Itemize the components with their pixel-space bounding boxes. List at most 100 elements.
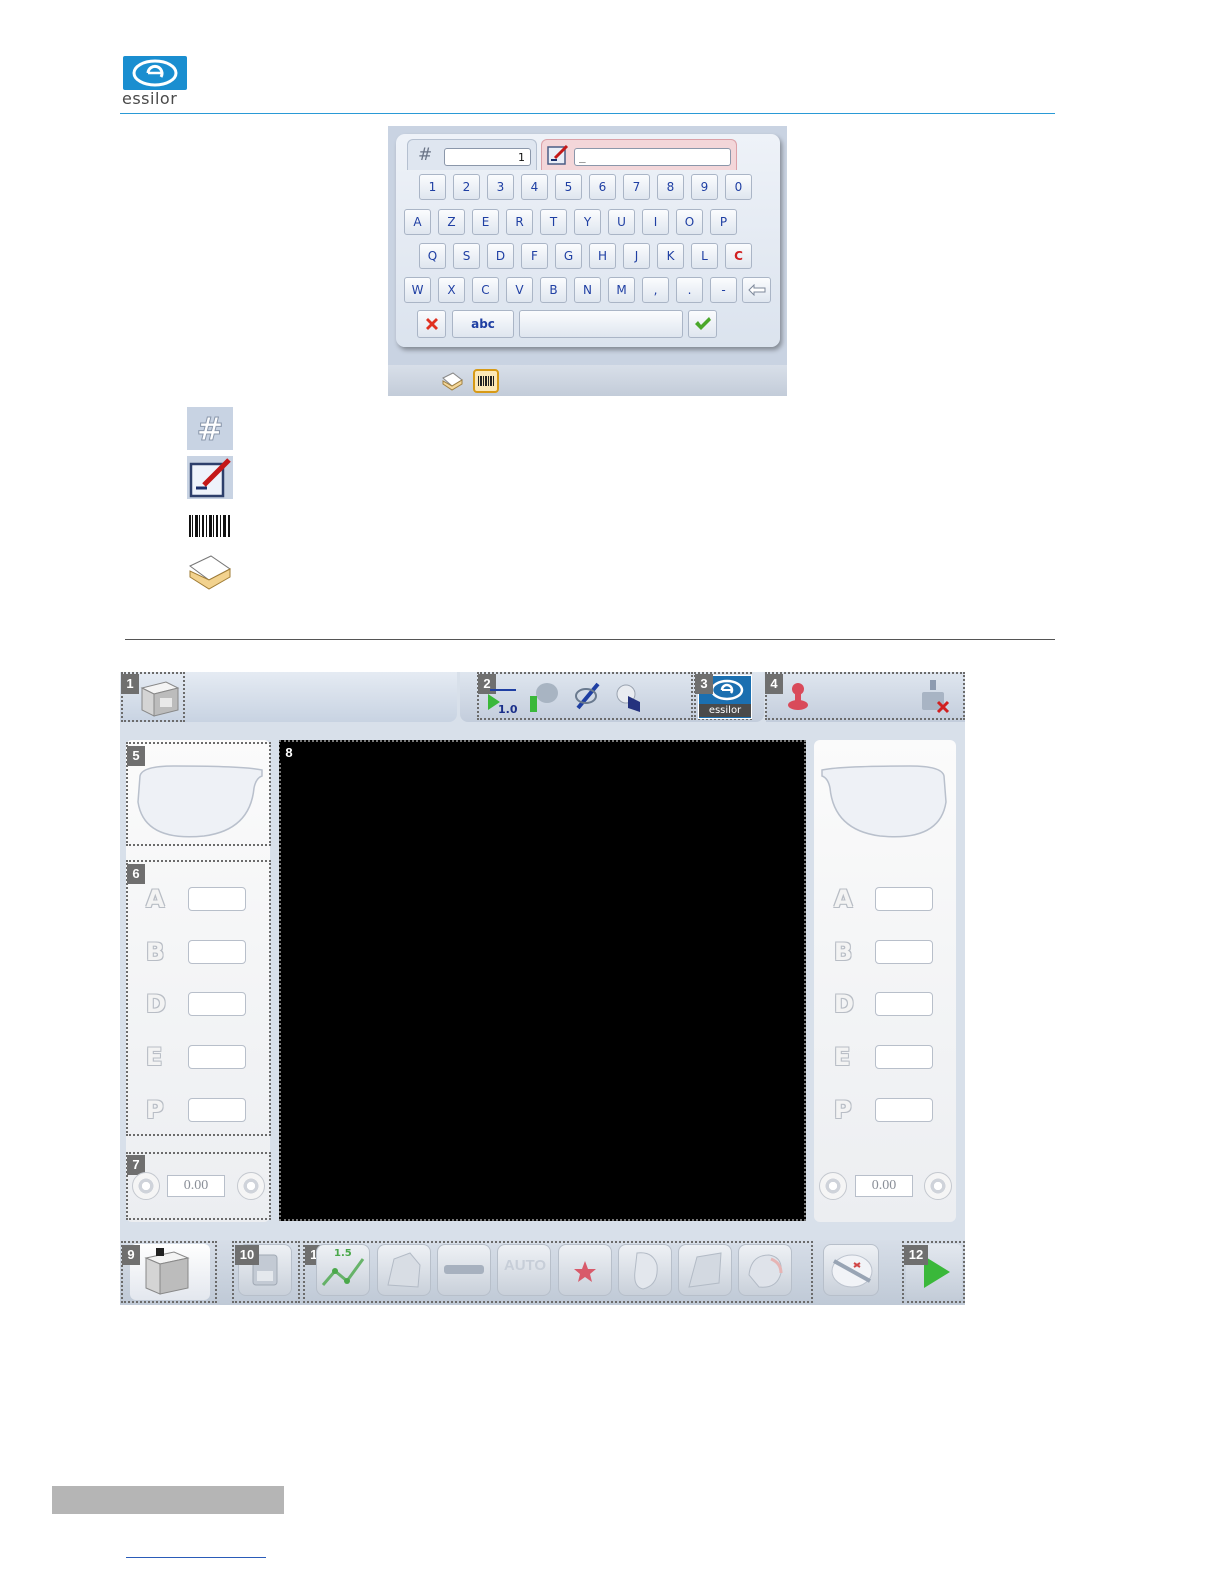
cancel-button[interactable]	[417, 310, 446, 338]
key-k[interactable]: K	[657, 243, 684, 269]
drilling-button[interactable]	[823, 1244, 879, 1296]
network-logo-label: essilor	[699, 704, 751, 717]
groove-icon	[444, 1265, 484, 1274]
left-dimension-b-field[interactable]	[188, 940, 246, 964]
right-eye-lens-shape[interactable]	[134, 762, 266, 842]
right-rotation-angle-field[interactable]: 0.00	[855, 1175, 913, 1197]
job-list-icon[interactable]	[440, 369, 464, 393]
key-b[interactable]: B	[540, 277, 567, 303]
key-f[interactable]: F	[521, 243, 548, 269]
key-e[interactable]: E	[472, 209, 499, 235]
key-l[interactable]: L	[691, 243, 718, 269]
mode-abc-key[interactable]: abc	[452, 310, 514, 338]
key-p[interactable]: P	[710, 209, 737, 235]
key-t[interactable]: T	[540, 209, 567, 235]
key-backspace[interactable]	[742, 277, 771, 303]
callout-6: 6	[127, 864, 145, 884]
key-3[interactable]: 3	[487, 174, 514, 200]
safety-bevel-button[interactable]	[738, 1244, 792, 1296]
favorite-button[interactable]	[558, 1244, 612, 1296]
key-d[interactable]: D	[487, 243, 514, 269]
backspace-icon	[747, 283, 765, 297]
left-dimension-p-field[interactable]	[188, 1098, 246, 1122]
groove-button[interactable]	[437, 1244, 491, 1296]
right-dimension-e-field[interactable]	[875, 1045, 933, 1069]
key-z[interactable]: Z	[438, 209, 465, 235]
key-u[interactable]: U	[608, 209, 635, 235]
key-7[interactable]: 7	[623, 174, 650, 200]
key-1[interactable]: 1	[419, 174, 446, 200]
key-q[interactable]: Q	[419, 243, 446, 269]
key-9[interactable]: 9	[691, 174, 718, 200]
stamp-icon[interactable]	[786, 680, 810, 712]
tracer-home-button[interactable]	[130, 1244, 210, 1300]
left-rotation-angle-field[interactable]: 0.00	[167, 1175, 225, 1197]
callout-8: 8	[280, 743, 298, 763]
key-8[interactable]: 8	[657, 174, 684, 200]
footer-link-underline[interactable]	[126, 1557, 266, 1558]
text-entry-field[interactable]: _	[574, 148, 731, 166]
key-m[interactable]: M	[608, 277, 635, 303]
hash-icon: #	[187, 407, 233, 450]
rotate-right-icon-right[interactable]	[924, 1172, 952, 1200]
key-r[interactable]: R	[506, 209, 533, 235]
key-2[interactable]: 2	[453, 174, 480, 200]
probe-icon[interactable]	[527, 678, 561, 714]
auto-button[interactable]: AUTO	[497, 1244, 551, 1296]
key-y[interactable]: Y	[574, 209, 601, 235]
key-hyphen[interactable]: -	[710, 277, 737, 303]
polish-button[interactable]	[678, 1244, 732, 1296]
key-g[interactable]: G	[555, 243, 582, 269]
lens-shape-icon[interactable]	[614, 680, 644, 714]
dimension-e-label-right: E	[834, 1043, 851, 1071]
space-key[interactable]	[519, 310, 683, 338]
key-comma[interactable]: ,	[642, 277, 669, 303]
rotate-right-icon[interactable]	[237, 1172, 265, 1200]
dimension-a-label-right: A	[834, 885, 853, 913]
right-dimension-p-field[interactable]	[875, 1098, 933, 1122]
key-v[interactable]: V	[506, 277, 533, 303]
key-o[interactable]: O	[676, 209, 703, 235]
bevel-type-button[interactable]	[377, 1244, 431, 1296]
tracer-icon[interactable]	[136, 676, 184, 720]
right-dimension-b-field[interactable]	[875, 940, 933, 964]
key-5[interactable]: 5	[555, 174, 582, 200]
polish-icon	[688, 1252, 722, 1288]
left-dimension-e-field[interactable]	[188, 1045, 246, 1069]
right-dimension-a-field[interactable]	[875, 887, 933, 911]
lens-edge-button[interactable]	[618, 1244, 672, 1296]
job-number-field[interactable]: 1	[444, 148, 531, 166]
left-eye-lens-shape[interactable]	[818, 762, 950, 842]
key-n[interactable]: N	[574, 277, 601, 303]
key-h[interactable]: H	[589, 243, 616, 269]
key-6[interactable]: 6	[589, 174, 616, 200]
barcode-icon[interactable]	[473, 369, 499, 393]
dimension-b-label: B	[146, 938, 165, 966]
confirm-button[interactable]	[688, 310, 717, 338]
brand-name: essilor	[122, 89, 178, 108]
operator-error-icon[interactable]	[918, 678, 950, 714]
callout-12: 12	[904, 1245, 928, 1265]
shape-display-area[interactable]	[279, 740, 806, 1221]
key-a[interactable]: A	[404, 209, 431, 235]
rotate-left-icon-right[interactable]	[819, 1172, 847, 1200]
key-s[interactable]: S	[453, 243, 480, 269]
key-period[interactable]: .	[676, 277, 703, 303]
left-dimension-d-field[interactable]	[188, 992, 246, 1016]
key-4[interactable]: 4	[521, 174, 548, 200]
tool-wrench-icon[interactable]	[572, 678, 604, 714]
callout-1: 1	[121, 674, 139, 694]
left-dimension-a-field[interactable]	[188, 887, 246, 911]
edit-pencil-icon	[187, 456, 233, 499]
key-c[interactable]: C	[472, 277, 499, 303]
key-j[interactable]: J	[623, 243, 650, 269]
key-x[interactable]: X	[438, 277, 465, 303]
bevel-icon	[387, 1252, 421, 1288]
key-0[interactable]: 0	[725, 174, 752, 200]
key-i[interactable]: I	[642, 209, 669, 235]
right-dimension-d-field[interactable]	[875, 992, 933, 1016]
rotate-left-icon[interactable]	[132, 1172, 160, 1200]
key-w[interactable]: W	[404, 277, 431, 303]
dimension-e-label: E	[146, 1043, 163, 1071]
key-clear[interactable]: C	[725, 243, 752, 269]
